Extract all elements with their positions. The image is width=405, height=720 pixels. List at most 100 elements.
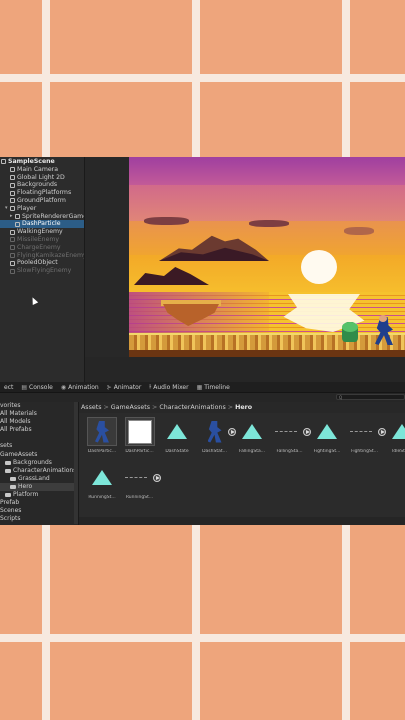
gameobject-icon <box>10 206 15 212</box>
sprite-icon <box>95 420 109 443</box>
asset-thumbnail <box>87 417 117 446</box>
tab-1[interactable]: ▤ Console <box>17 382 57 393</box>
project-tree-label: vorites <box>0 402 21 409</box>
animation-clip-icon <box>349 431 372 432</box>
unity-editor: SampleScene Main Camera Global Light 2D Ba… <box>0 157 405 525</box>
breadcrumb-item[interactable]: Assets <box>81 404 102 411</box>
animator-state-icon <box>392 424 405 439</box>
hierarchy-item[interactable]: GroundPlatform <box>0 197 84 205</box>
asset-item[interactable]: DashPartic... <box>122 417 158 457</box>
project-tree-item[interactable]: Prefab <box>0 499 78 507</box>
asset-item[interactable]: DashStat... <box>197 417 236 457</box>
game-view[interactable] <box>129 157 405 357</box>
animator-state-icon <box>167 424 187 439</box>
asset-label: DashPartic... <box>87 449 117 454</box>
project-tree-label: Hero <box>18 482 33 490</box>
asset-item[interactable]: IdleSta... <box>384 417 405 457</box>
project-tree-label: Prefab <box>0 499 20 507</box>
hierarchy-item-label: FloatingPlatforms <box>17 189 72 197</box>
play-icon[interactable] <box>152 474 161 482</box>
hierarchy-scene[interactable]: SampleScene <box>0 158 84 166</box>
project-tree-item[interactable]: CharacterAnimations <box>0 467 78 475</box>
hierarchy-item-label: GroundPlatform <box>17 196 66 204</box>
asset-item[interactable]: FightingSt... <box>309 417 345 457</box>
tab-icon: ◉ <box>60 383 67 391</box>
search-input[interactable]: Q <box>336 394 405 400</box>
breadcrumb-item[interactable]: CharacterAnimations <box>159 404 225 411</box>
hierarchy-item-label: DashParticle <box>22 220 61 228</box>
scrollbar[interactable] <box>74 402 78 524</box>
hierarchy-item[interactable]: SlowFlyingEnemy <box>0 267 84 275</box>
hierarchy-item[interactable]: ▸SpriteRendererGameObject <box>0 213 84 221</box>
project-tree-item[interactable]: All Models <box>0 418 78 426</box>
asset-label: DashPartic... <box>125 449 154 454</box>
tab-2[interactable]: ◉ Animation <box>57 382 103 393</box>
asset-label: FightingSt... <box>313 449 341 454</box>
tab-label: Animation <box>68 383 99 391</box>
hierarchy-item[interactable]: Backgrounds <box>0 181 84 189</box>
project-tree-item[interactable]: Scripts <box>0 515 78 523</box>
asset-item[interactable]: DashState <box>159 417 195 457</box>
asset-item[interactable]: FallingSta... <box>234 417 270 457</box>
hierarchy-item[interactable]: DashParticle <box>0 220 84 229</box>
gameobject-icon <box>10 260 15 266</box>
asset-thumbnail <box>124 417 155 446</box>
gameobject-icon <box>10 167 15 173</box>
tab-0[interactable]: ect <box>0 382 17 393</box>
tab-4[interactable]: ⫲ Audio Mixer <box>145 382 192 393</box>
project-tree-item[interactable]: Backgrounds <box>0 459 78 467</box>
tab-label: Audio Mixer <box>153 383 189 391</box>
tab-label: Animator <box>113 383 142 391</box>
asset-thumbnail <box>387 417 405 446</box>
asset-item[interactable]: DashPartic... <box>84 417 120 457</box>
hierarchy-item[interactable]: Global Light 2D <box>0 174 84 182</box>
project-tree-item[interactable] <box>0 434 78 442</box>
hierarchy-item-label: Main Camera <box>17 165 59 173</box>
hierarchy-item[interactable]: PooledObject <box>0 259 84 267</box>
project-tree-item[interactable]: Scenes <box>0 507 78 515</box>
project-tree-item[interactable]: All Materials <box>0 410 78 418</box>
asset-item[interactable]: FightingSt... <box>347 417 386 457</box>
hierarchy-item[interactable]: MissileEnemy <box>0 236 84 244</box>
folder-icon <box>5 460 11 465</box>
folder-icon <box>5 493 11 498</box>
asset-thumbnail <box>349 417 386 446</box>
project-tree-label: Scenes <box>0 507 22 515</box>
breadcrumb-separator-icon: > <box>227 404 234 411</box>
breadcrumb-separator-icon: > <box>103 404 109 411</box>
hierarchy-item[interactable]: WalkingEnemy <box>0 228 84 236</box>
tab-3[interactable]: ⊱ Animator <box>103 382 146 393</box>
asset-item[interactable]: FallingSta... <box>272 417 311 457</box>
gameobject-icon <box>10 229 15 235</box>
hierarchy-item[interactable]: FlyingKamikazeEnemy <box>0 252 84 260</box>
project-tree-item[interactable]: Platform <box>0 491 78 499</box>
hierarchy-item-label: Backgrounds <box>17 181 58 189</box>
tab-5[interactable]: ▦ Timeline <box>193 382 234 393</box>
project-tree-item[interactable]: vorites <box>0 402 78 410</box>
hierarchy-item[interactable]: FloatingPlatforms <box>0 189 84 197</box>
project-tree-label: Backgrounds <box>13 458 52 466</box>
asset-item[interactable]: RunningSt... <box>122 463 161 503</box>
cloud <box>249 220 289 227</box>
gameobject-icon <box>10 268 15 274</box>
project-tree-item[interactable]: Hero <box>0 482 78 492</box>
folder-icon <box>10 484 16 489</box>
project-tree-item[interactable]: GrassLand <box>0 475 78 483</box>
asset-thumbnail <box>200 417 236 446</box>
breadcrumb-item[interactable]: GameAssets <box>111 404 150 411</box>
asset-thumbnail <box>312 417 342 446</box>
hierarchy-item[interactable]: Main Camera <box>0 166 84 174</box>
project-tree-item[interactable]: All Prefabs <box>0 426 78 434</box>
scene-label: SampleScene <box>8 158 55 165</box>
hierarchy-item-label: FlyingKamikazeEnemy <box>17 251 84 259</box>
animator-state-icon <box>242 424 262 439</box>
breadcrumb-item[interactable]: Hero <box>235 404 252 411</box>
hierarchy-item[interactable]: ChargeEnemy <box>0 244 84 252</box>
hierarchy-item[interactable]: ▾ Player <box>0 205 84 213</box>
asset-thumbnail <box>87 463 117 492</box>
asset-label: IdleSta... <box>392 449 405 454</box>
project-tree-item[interactable]: GameAssets <box>0 451 78 459</box>
hierarchy-item-label: PooledObject <box>17 259 58 267</box>
project-tree-item[interactable]: sets <box>0 442 78 450</box>
asset-item[interactable]: RunningSt... <box>84 463 120 503</box>
